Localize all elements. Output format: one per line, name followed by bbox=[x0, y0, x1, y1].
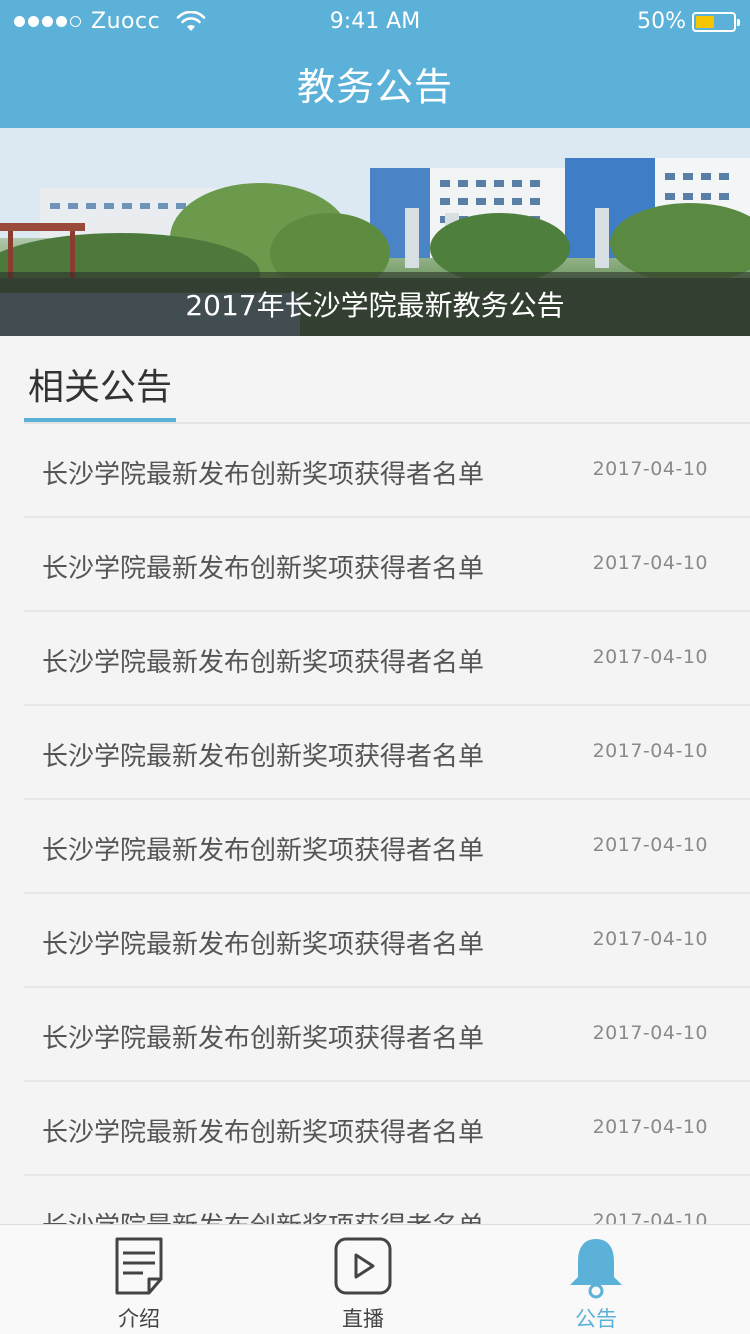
status-right: 50% bbox=[637, 9, 740, 34]
announcement-title: 长沙学院最新发布创新奖项获得者名单 bbox=[42, 1118, 485, 1148]
announcement-title: 长沙学院最新发布创新奖项获得者名单 bbox=[42, 460, 485, 490]
announcement-title: 长沙学院最新发布创新奖项获得者名单 bbox=[42, 648, 485, 678]
announcement-date: 2017-04-10 bbox=[592, 1210, 708, 1224]
announcement-title: 长沙学院最新发布创新奖项获得者名单 bbox=[42, 930, 485, 960]
tab-intro-label: 介绍 bbox=[118, 1307, 160, 1331]
section-header: 相关公告 bbox=[0, 336, 750, 424]
list-item[interactable]: 长沙学院最新发布创新奖项获得者名单 2017-04-10 bbox=[24, 800, 750, 894]
announcement-date: 2017-04-10 bbox=[592, 458, 708, 480]
announcement-title: 长沙学院最新发布创新奖项获得者名单 bbox=[42, 554, 485, 584]
tab-bar: 介绍 直播 公告 bbox=[0, 1224, 750, 1334]
list-item[interactable]: 长沙学院最新发布创新奖项获得者名单 2017-04-10 bbox=[24, 518, 750, 612]
tab-intro[interactable]: 介绍 bbox=[14, 1225, 264, 1334]
battery-icon bbox=[692, 11, 740, 32]
announcement-date: 2017-04-10 bbox=[592, 646, 708, 668]
play-icon bbox=[334, 1237, 392, 1295]
list-item[interactable]: 长沙学院最新发布创新奖项获得者名单 2017-04-10 bbox=[24, 894, 750, 988]
announcement-title: 长沙学院最新发布创新奖项获得者名单 bbox=[42, 742, 485, 772]
announcement-title: 长沙学院最新发布创新奖项获得者名单 bbox=[42, 836, 485, 866]
list-item[interactable]: 长沙学院最新发布创新奖项获得者名单 2017-04-10 bbox=[24, 424, 750, 518]
announcement-date: 2017-04-10 bbox=[592, 834, 708, 856]
section-title: 相关公告 bbox=[28, 367, 173, 408]
list-item[interactable]: 长沙学院最新发布创新奖项获得者名单 2017-04-10 bbox=[24, 988, 750, 1082]
announcement-list[interactable]: 长沙学院最新发布创新奖项获得者名单 2017-04-10 长沙学院最新发布创新奖… bbox=[24, 424, 750, 1224]
list-item[interactable]: 长沙学院最新发布创新奖项获得者名单 2017-04-10 bbox=[24, 706, 750, 800]
battery-percent: 50% bbox=[637, 9, 686, 34]
announcement-title: 长沙学院最新发布创新奖项获得者名单 bbox=[42, 1206, 484, 1224]
page-title: 教务公告 bbox=[296, 65, 453, 109]
battery-fill bbox=[696, 15, 714, 28]
list-item[interactable]: 长沙学院最新发布创新奖项获得者名单 2017-04-10 bbox=[24, 1176, 750, 1224]
tab-live-label: 直播 bbox=[342, 1307, 384, 1331]
tab-notice[interactable]: 公告 bbox=[471, 1225, 721, 1334]
top-bar: Zuocc 9:41 AM 50% 教务公告 bbox=[0, 0, 750, 128]
tab-notice-label: 公告 bbox=[575, 1307, 617, 1331]
bell-icon bbox=[570, 1239, 622, 1299]
announcement-date: 2017-04-10 bbox=[592, 928, 708, 950]
announcement-date: 2017-04-10 bbox=[592, 1022, 708, 1044]
banner[interactable]: 2017年长沙学院最新教务公告 bbox=[0, 128, 750, 336]
list-item[interactable]: 长沙学院最新发布创新奖项获得者名单 2017-04-10 bbox=[24, 612, 750, 706]
announcement-date: 2017-04-10 bbox=[592, 552, 708, 574]
announcement-date: 2017-04-10 bbox=[592, 740, 708, 762]
tab-live[interactable]: 直播 bbox=[238, 1225, 488, 1334]
status-bar: Zuocc 9:41 AM 50% bbox=[0, 0, 750, 44]
announcement-title: 长沙学院最新发布创新奖项获得者名单 bbox=[42, 1024, 485, 1054]
list-item[interactable]: 长沙学院最新发布创新奖项获得者名单 2017-04-10 bbox=[24, 1082, 750, 1176]
document-icon bbox=[115, 1237, 163, 1295]
banner-caption: 2017年长沙学院最新教务公告 bbox=[185, 289, 565, 322]
announcement-date: 2017-04-10 bbox=[592, 1116, 708, 1138]
